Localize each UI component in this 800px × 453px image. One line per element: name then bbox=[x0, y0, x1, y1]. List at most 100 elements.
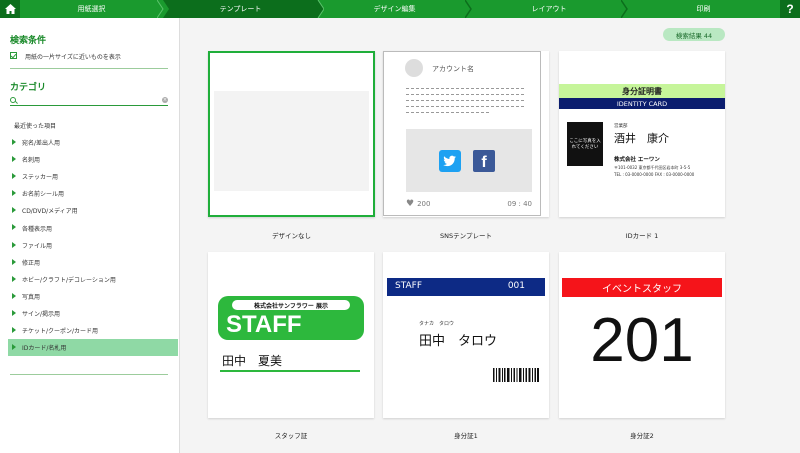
bird-glyph bbox=[443, 155, 456, 167]
category-item-id-card[interactable]: IDカード/名札用 bbox=[8, 339, 178, 357]
category-label: サイン/掲示用 bbox=[22, 310, 61, 318]
post-image: f bbox=[406, 129, 532, 192]
category-item-correction[interactable]: 修正用 bbox=[8, 254, 178, 271]
category-item-sign[interactable]: サイン/掲示用 bbox=[8, 305, 178, 322]
triangle-right-icon bbox=[12, 344, 16, 351]
department: 営業部 bbox=[614, 124, 628, 129]
id2-band-right: 001 bbox=[507, 281, 525, 291]
category-label: CD/DVD/メディア用 bbox=[22, 208, 78, 216]
staff-company: 株式会社サンフラワー 展示 bbox=[232, 300, 350, 310]
sidebar: 検索条件 用紙の一片サイズに近いものを表示 カテゴリ × 最近使った項目 宛名/… bbox=[0, 18, 180, 453]
template-card-id1[interactable]: 身分証明書 IDENTITY CARD ここに写真を入れてください 営業部 酒井… bbox=[559, 51, 725, 217]
category-label: ファイル用 bbox=[22, 242, 53, 250]
category-list: 宛名/差出人用 名刺用 ステッカー用 お名前シール用 CD/DVD/メディア用 … bbox=[8, 134, 178, 357]
template-label: SNSテンプレート bbox=[440, 232, 492, 240]
photo-placeholder: ここに写真を入れてください bbox=[567, 122, 603, 166]
id-title: 身分証明書 bbox=[559, 84, 725, 98]
step-print[interactable]: 印刷 bbox=[627, 0, 780, 18]
person-name: 酒井 康介 bbox=[614, 132, 669, 145]
id3-number: 201 bbox=[590, 306, 694, 375]
wizard-step-bar: 用紙選択 テンプレート デザイン編集 レイアウト 印刷 ? bbox=[0, 0, 800, 18]
category-title: カテゴリ bbox=[10, 82, 47, 92]
barcode-icon bbox=[493, 368, 539, 382]
id2-band-left: STAFF bbox=[395, 281, 423, 291]
triangle-right-icon bbox=[12, 139, 16, 145]
template-label: スタッフ証 bbox=[274, 432, 308, 440]
category-item-address[interactable]: 宛名/差出人用 bbox=[8, 134, 178, 151]
category-label: お名前シール用 bbox=[22, 191, 65, 199]
category-label: 各種表示用 bbox=[22, 225, 53, 233]
category-item-file[interactable]: ファイル用 bbox=[8, 237, 178, 254]
chevron-right-icon bbox=[312, 0, 324, 18]
category-item-ticket[interactable]: チケット/クーポン/カード用 bbox=[8, 322, 178, 339]
step-layout[interactable]: レイアウト bbox=[471, 0, 627, 18]
category-item-business-card[interactable]: 名刺用 bbox=[8, 151, 178, 168]
category-item-sticker[interactable]: ステッカー用 bbox=[8, 168, 178, 185]
post-time: 09 : 40 bbox=[507, 200, 532, 208]
step-template[interactable]: テンプレート bbox=[163, 0, 318, 18]
template-card-id3[interactable]: イベントスタッフ 201 bbox=[559, 252, 725, 418]
id3-band: イベントスタッフ bbox=[562, 278, 722, 297]
template-card-sns[interactable]: アカウント名 f ♥ 200 09: 40 bbox=[383, 51, 549, 217]
tel: TEL : 03-0000-0000 FAX : 03-0000-0000 bbox=[614, 172, 695, 177]
step-label: レイアウト bbox=[531, 5, 567, 13]
template-gallery: 検索結果 44 デザインなし アカウント名 f ♥ 200 09: 40 SN… bbox=[181, 18, 800, 453]
chevron-right-icon bbox=[621, 0, 628, 18]
triangle-right-icon bbox=[12, 292, 16, 299]
post-text-lines bbox=[406, 84, 524, 113]
id2-band: STAFF 001 bbox=[387, 278, 545, 296]
sns-preview: アカウント名 f ♥ 200 09: 40 bbox=[383, 51, 541, 216]
size-filter-checkbox[interactable] bbox=[10, 52, 17, 59]
staff-title: STAFF bbox=[226, 311, 302, 338]
step-label: 用紙選択 bbox=[77, 5, 106, 13]
category-item-photo[interactable]: 写真用 bbox=[8, 288, 178, 305]
category-search: × bbox=[10, 96, 168, 106]
help-label: ? bbox=[786, 2, 794, 16]
recent-items-link[interactable]: 最近使った項目 bbox=[14, 121, 56, 130]
step-label: 印刷 bbox=[696, 5, 711, 13]
category-item-hobby[interactable]: ホビー/クラフト/デコレーション用 bbox=[8, 271, 178, 288]
template-card-id2[interactable]: STAFF 001 タナカ タロウ 田中 タロウ bbox=[383, 252, 549, 418]
clear-icon[interactable]: × bbox=[162, 97, 168, 103]
category-search-input[interactable] bbox=[19, 96, 159, 105]
category-item-name-seal[interactable]: お名前シール用 bbox=[8, 185, 178, 202]
heart-icon: ♥ bbox=[406, 199, 415, 209]
search-conditions-title: 検索条件 bbox=[10, 35, 47, 45]
category-label: 修正用 bbox=[22, 259, 41, 267]
template-label: IDカード 1 bbox=[625, 232, 659, 240]
category-item-media[interactable]: CD/DVD/メディア用 bbox=[8, 202, 178, 219]
triangle-right-icon bbox=[12, 156, 16, 163]
id2-reading: タナカ タロウ bbox=[419, 321, 455, 327]
help-button[interactable]: ? bbox=[780, 0, 800, 18]
step-design-edit[interactable]: デザイン編集 bbox=[318, 0, 471, 18]
facebook-icon: f bbox=[473, 150, 495, 172]
template-label: 身分証2 bbox=[630, 432, 654, 440]
category-item-display[interactable]: 各種表示用 bbox=[8, 219, 178, 236]
avatar bbox=[405, 59, 423, 77]
address: 〒101-0032 東京都千代田区岩本町 3-5-5 bbox=[614, 165, 691, 170]
triangle-right-icon bbox=[12, 275, 16, 282]
step-label: デザイン編集 bbox=[373, 5, 416, 13]
size-filter-label[interactable]: 用紙の一片サイズに近いものを表示 bbox=[25, 52, 121, 61]
category-label: ステッカー用 bbox=[22, 174, 59, 182]
step-paper-select[interactable]: 用紙選択 bbox=[20, 0, 163, 18]
triangle-right-icon bbox=[12, 190, 16, 197]
triangle-right-icon bbox=[12, 207, 16, 214]
facebook-glyph: f bbox=[481, 154, 487, 171]
staff-name: 田中 夏美 bbox=[222, 354, 283, 368]
photo-text: ここに写真を入れてください bbox=[569, 139, 601, 150]
template-label: デザインなし bbox=[272, 232, 311, 240]
category-label: IDカード/名札用 bbox=[22, 345, 67, 353]
staff-underline bbox=[220, 370, 360, 372]
template-card-staff[interactable]: 株式会社サンフラワー 展示 STAFF 田中 夏美 bbox=[208, 252, 374, 418]
chevron-right-icon bbox=[157, 0, 169, 18]
template-card-blank[interactable] bbox=[208, 51, 375, 217]
like-count: 200 bbox=[417, 200, 431, 208]
category-label: ホビー/クラフト/デコレーション用 bbox=[22, 276, 116, 284]
app-window: 用紙選択 テンプレート デザイン編集 レイアウト 印刷 ? 検索条件 用紙の一片… bbox=[0, 0, 800, 453]
twitter-icon bbox=[439, 150, 461, 172]
home-button[interactable] bbox=[0, 0, 20, 18]
id2-name: 田中 タロウ bbox=[419, 334, 498, 349]
triangle-right-icon bbox=[12, 309, 16, 316]
triangle-right-icon bbox=[12, 241, 16, 248]
